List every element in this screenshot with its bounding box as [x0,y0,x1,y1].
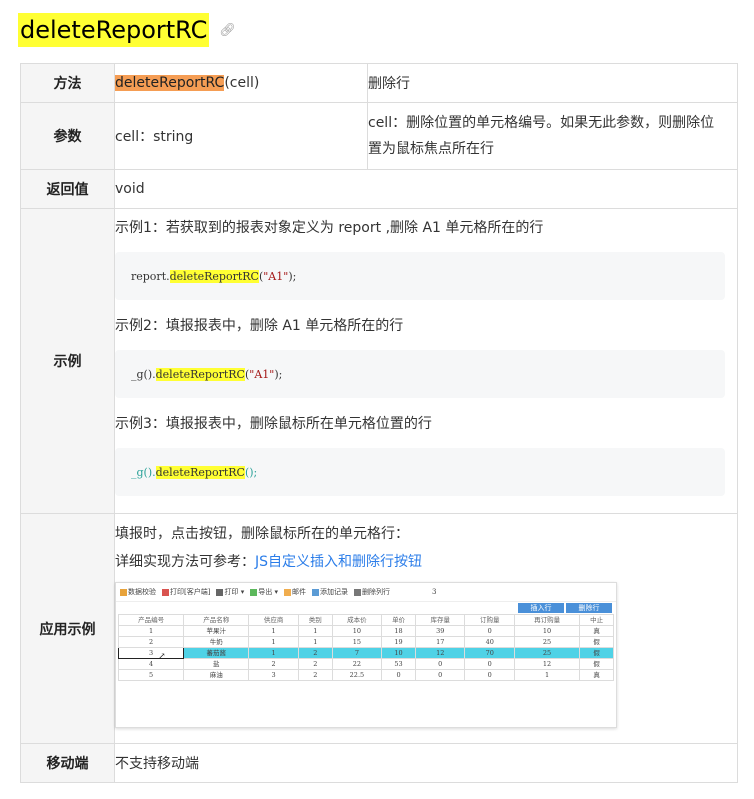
tb-print: 打印 ▾ [216,587,244,597]
returns-value: void [114,169,738,209]
method-params: (cell) [224,75,260,91]
label-returns: 返回值 [20,169,115,209]
table-row-selected: 3 蕃茄酱 1 2 7 10 12 70 25 假 [117,647,614,659]
example-3-code: _g(). deleteReportRC (); [115,448,725,496]
example-3-text: 示例3：填报报表中，删除鼠标所在单元格位置的行 [115,416,432,432]
method-desc: 删除行 [367,63,738,103]
params-desc: cell：删除位置的单元格编号。如果无此参数，则删除位置为鼠标焦点所在行 [367,102,738,170]
page-title: deleteReportRC [18,13,210,47]
tb-export: 导出 ▾ [250,587,278,597]
example-2-code: _g(). deleteReportRC("A1"); [115,350,725,398]
tb-mail: 邮件 [283,587,306,597]
screenshot-header: 产品编号 产品名称 供应商 类别 成本价 单价 库存量 订购量 再订购量 中止 [117,614,614,626]
application-line-2: 详细实现方法可参考：JS自定义插入和删除行按钮 [115,554,423,570]
mobile-value: 不支持移动端 [114,743,738,783]
label-params: 参数 [20,102,115,170]
mouse-cursor-icon: ↗ [158,652,166,662]
examples-body: 示例1：若获取到的报表对象定义为 report ,删除 A1 单元格所在的行 r… [114,208,738,514]
tb-print-client: 打印[客户端] [162,587,210,597]
method-signature: deleteReportRC(cell) [114,63,368,103]
anchor-link-icon[interactable]: 🔗︎ [219,23,236,38]
api-table: 方法 deleteReportRC(cell) 删除行 参数 cell：stri… [20,63,738,783]
tb-delete: 删除列行 [353,587,390,597]
page-title-wrap: deleteReportRC 🔗︎ [18,12,236,48]
tb-validate: 数据校验 [120,587,156,597]
example-1-text: 示例1：若获取到的报表对象定义为 report ,删除 A1 单元格所在的行 [115,220,544,236]
screenshot-buttons: 插入行 删除行 [518,603,612,613]
row-examples: 示例 示例1：若获取到的报表对象定义为 report ,删除 A1 单元格所在的… [20,208,738,514]
label-application: 应用示例 [20,513,115,744]
reference-link[interactable]: JS自定义插入和删除行按钮 [255,554,422,570]
label-mobile: 移动端 [20,743,115,783]
application-body: 填报时，点击按钮，删除鼠标所在的单元格行： 详细实现方法可参考：JS自定义插入和… [114,513,738,744]
example-screenshot: 数据校验 打印[客户端] 打印 ▾ 导出 ▾ 邮件 添加记录 删除列行 3 插入… [115,582,617,728]
screenshot-table: 产品编号 产品名称 供应商 类别 成本价 单价 库存量 订购量 再订购量 中止 1 苹果汁 1 1 10 1… [117,614,614,681]
params-value: cell：string [114,102,368,170]
table-row: 4 盐 2 2 22 53 0 0 12 假 [117,658,614,670]
row-application: 应用示例 填报时，点击按钮，删除鼠标所在的单元格行： 详细实现方法可参考：JS自… [20,513,738,744]
row-params: 参数 cell：string cell：删除位置的单元格编号。如果无此参数，则删… [20,102,738,170]
application-line-1: 填报时，点击按钮，删除鼠标所在的单元格行： [115,526,409,542]
row-method: 方法 deleteReportRC(cell) 删除行 [20,63,738,103]
screenshot-toolbar: 数据校验 打印[客户端] 打印 ▾ 导出 ▾ 邮件 添加记录 删除列行 3 [116,583,616,602]
table-row: 1 苹果汁 1 1 10 18 39 0 10 真 [117,625,614,637]
row-mobile: 移动端 不支持移动端 [20,743,738,783]
delete-row-button: 删除行 [566,603,612,613]
example-2-text: 示例2：填报报表中，删除 A1 单元格所在的行 [115,318,404,334]
example-1-code: report. deleteReportRC("A1"); [115,252,725,300]
insert-row-button: 插入行 [518,603,564,613]
table-row: 2 牛奶 1 1 15 19 17 40 25 假 [117,636,614,648]
row-returns: 返回值 void [20,169,738,209]
tb-add: 添加记录 [311,587,348,597]
label-examples: 示例 [20,208,115,514]
label-method: 方法 [20,63,115,103]
method-name: deleteReportRC [115,75,225,91]
table-row: 5 麻油 3 2 22.5 0 0 0 1 真 [117,669,614,681]
